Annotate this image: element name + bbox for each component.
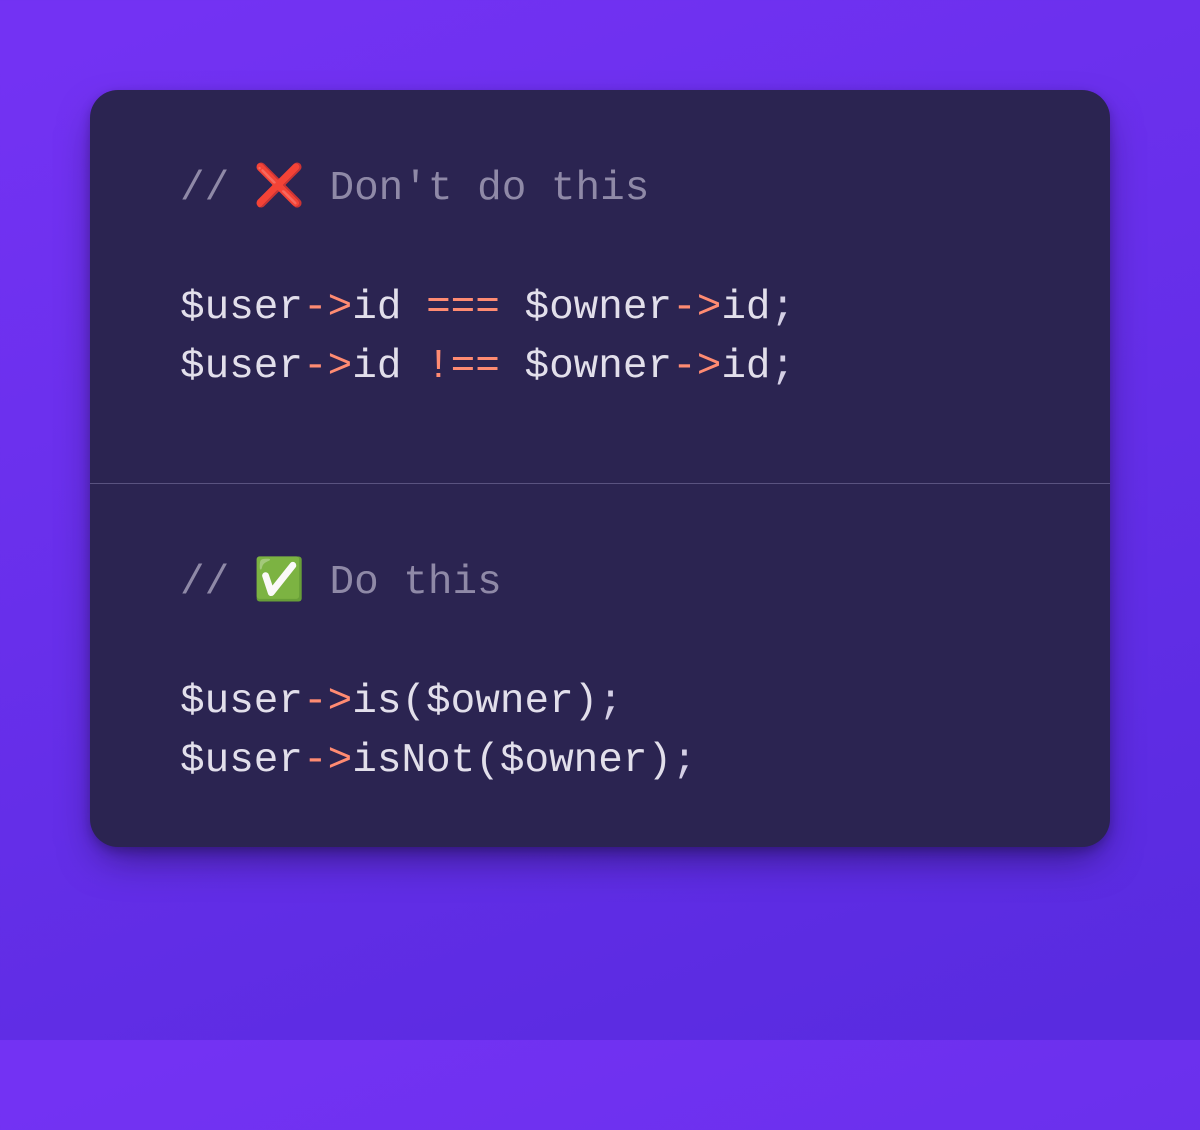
comment-text: Do this [305, 560, 502, 606]
check-icon: ✅ [254, 560, 305, 606]
code-block-dont: // ❌ Don't do this $user->id === $owner-… [180, 160, 1050, 398]
code-line: $user->id !== $owner->id; [180, 344, 795, 390]
cross-icon: ❌ [254, 166, 305, 212]
code-line: $user->isNot($owner); [180, 738, 697, 784]
comment-prefix: // [180, 560, 254, 606]
panel-dont: // ❌ Don't do this $user->id === $owner-… [90, 90, 1110, 483]
comment-text: Don't do this [305, 166, 649, 212]
panel-do: // ✅ Do this $user->is($owner); $user->i… [90, 483, 1110, 847]
code-card: // ❌ Don't do this $user->id === $owner-… [90, 90, 1110, 847]
code-line: $user->id === $owner->id; [180, 285, 795, 331]
code-block-do: // ✅ Do this $user->is($owner); $user->i… [180, 554, 1050, 792]
comment-prefix: // [180, 166, 254, 212]
code-line: $user->is($owner); [180, 679, 623, 725]
